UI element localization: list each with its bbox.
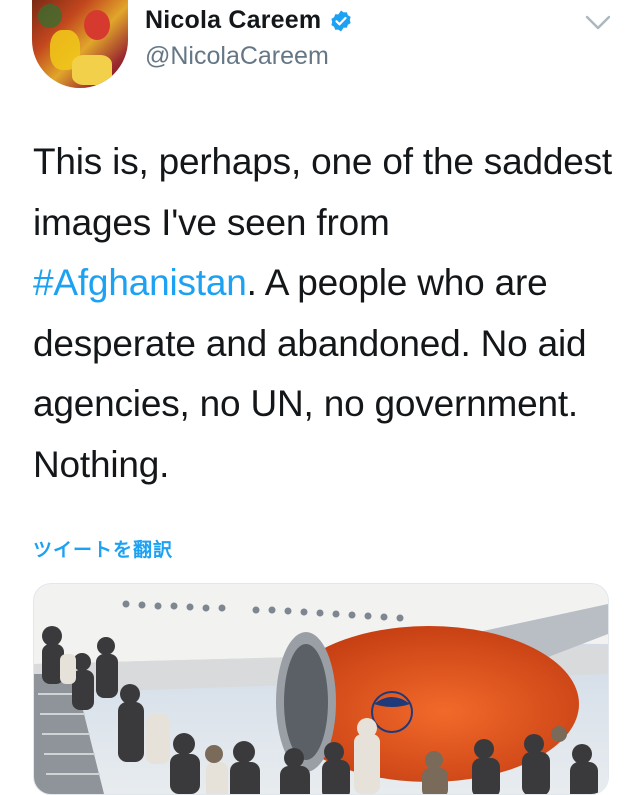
airplane-crowd-photo <box>34 584 608 794</box>
tweet-text: This is, perhaps, one of the saddest ima… <box>33 132 613 495</box>
verified-badge-icon <box>331 10 351 31</box>
avatar[interactable] <box>32 0 128 88</box>
author-name-row: Nicola Careem <box>145 6 353 35</box>
tweet-media-image[interactable] <box>33 583 609 795</box>
translate-tweet-link[interactable]: ツイートを翻訳 <box>33 535 173 562</box>
author-handle[interactable]: @NicolaCareem <box>145 42 329 71</box>
chevron-down-icon[interactable] <box>584 12 612 32</box>
hashtag-link[interactable]: #Afghanistan <box>33 262 247 303</box>
tweet-text-start: This is, perhaps, one of the saddest ima… <box>33 141 612 243</box>
display-name[interactable]: Nicola Careem <box>145 6 321 35</box>
